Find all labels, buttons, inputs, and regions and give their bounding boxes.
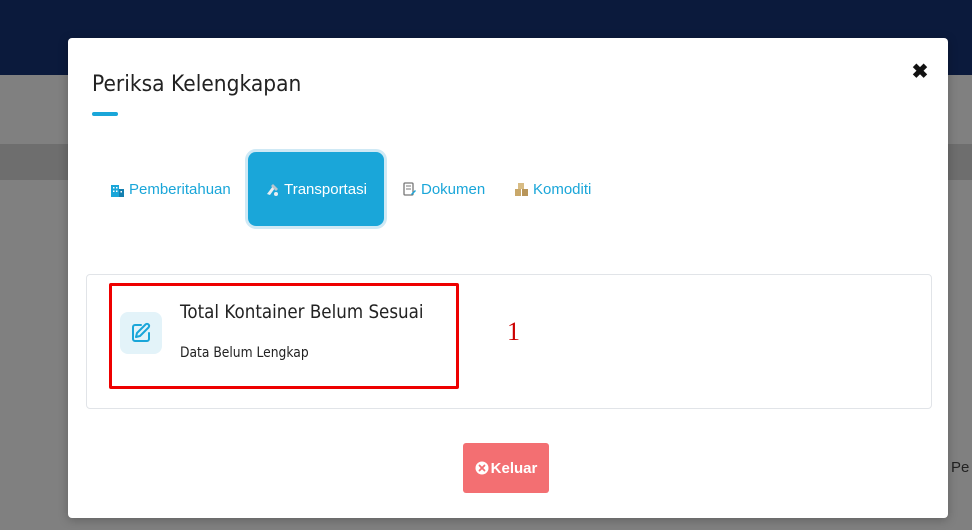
close-circle-icon [475,461,489,475]
edit-icon [120,312,162,354]
document-icon [402,181,417,197]
exit-button[interactable]: Keluar [463,443,549,493]
tab-label: Dokumen [421,180,486,198]
item-status: Data Belum Lengkap [180,345,309,361]
tab-label: Transportasi [284,180,367,198]
tab-label: Pemberitahuan [129,180,231,198]
item-title: Total Kontainer Belum Sesuai [180,301,424,323]
annotation-number: 1 [507,317,520,346]
background-edge-text: Pe [951,459,970,476]
building-icon [110,182,125,197]
transport-icon [265,182,280,197]
result-panel: Total Kontainer Belum Sesuai Data Belum … [86,274,932,409]
tab-pemberitahuan[interactable]: Pemberitahuan [110,152,231,226]
tab-transportasi[interactable]: Transportasi [248,152,384,226]
tab-komoditi[interactable]: Komoditi [514,152,591,226]
crate-icon [514,182,529,197]
tab-label: Komoditi [533,180,592,198]
tab-dokumen[interactable]: Dokumen [402,152,485,226]
close-icon[interactable]: ✖ [910,62,930,82]
modal-title: Periksa Kelengkapan [92,72,302,97]
check-completeness-modal: Periksa Kelengkapan ✖ Pemberitahuan Tran… [68,38,948,518]
exit-button-label: Keluar [490,459,538,477]
title-underline [92,112,118,116]
